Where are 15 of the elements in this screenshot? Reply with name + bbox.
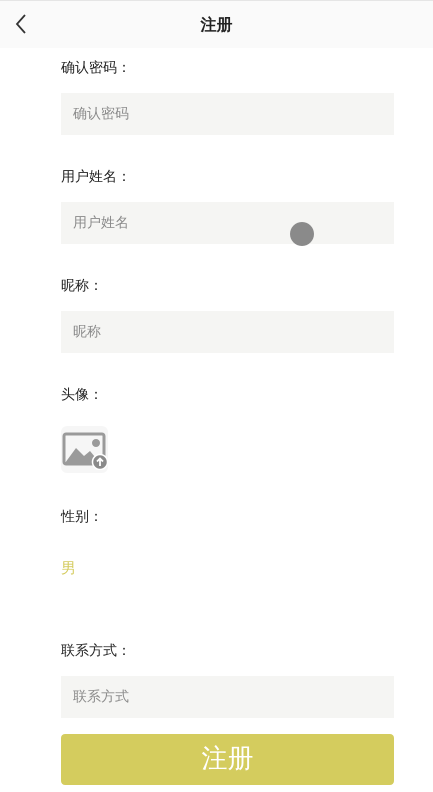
image-upload-icon[interactable] xyxy=(61,426,108,473)
input-field[interactable]: 昵称 xyxy=(61,311,394,353)
field-label: 头像： xyxy=(61,386,104,405)
input-field[interactable]: 用户姓名 xyxy=(61,202,394,244)
register-button[interactable]: 注册 xyxy=(61,734,394,785)
field-label: 确认密码： xyxy=(61,59,132,78)
back-icon[interactable] xyxy=(14,13,28,35)
field-label: 性别： xyxy=(61,508,104,527)
input-field[interactable]: 确认密码 xyxy=(61,93,394,135)
field-label: 昵称： xyxy=(61,277,104,296)
gender-option[interactable]: 男 xyxy=(61,558,76,578)
field-label: 联系方式： xyxy=(61,642,132,661)
page-title: 注册 xyxy=(200,14,232,36)
field-label: 用户姓名： xyxy=(61,168,132,187)
input-field[interactable]: 联系方式 xyxy=(61,676,394,718)
